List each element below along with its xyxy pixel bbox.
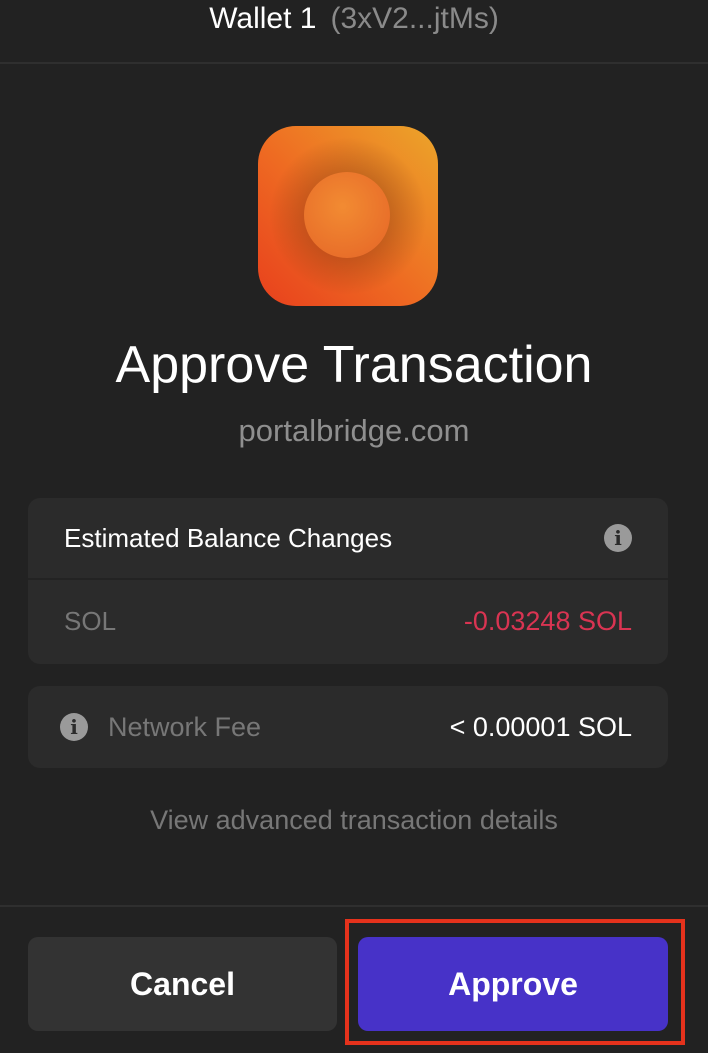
wallet-address: (3xV2...jtMs) [330, 2, 499, 35]
balance-changes-header: Estimated Balance Changes i [28, 498, 668, 580]
network-fee-label: Network Fee [108, 711, 262, 742]
balance-changes-label: Estimated Balance Changes [64, 522, 393, 553]
balance-token: SOL [64, 605, 117, 636]
page-title: Approve Transaction [115, 336, 593, 394]
dapp-orange-icon [258, 126, 438, 306]
network-fee-card: i Network Fee < 0.00001 SOL [28, 686, 668, 768]
approve-button[interactable]: Approve [358, 937, 668, 1031]
info-icon[interactable]: i [604, 524, 632, 552]
cancel-button[interactable]: Cancel [28, 937, 337, 1031]
wallet-name: Wallet 1 [209, 2, 317, 35]
balance-change-row: SOL -0.03248 SOL [28, 580, 668, 662]
approve-transaction-screen: Wallet 1 (3xV2...jtMs) Approve Transacti… [0, 0, 708, 1053]
dapp-icon-dot [304, 172, 390, 258]
network-fee-left: i Network Fee [60, 712, 261, 743]
info-icon[interactable]: i [60, 713, 88, 741]
balance-change-amount: -0.03248 SOL [463, 605, 632, 636]
network-fee-value: < 0.00001 SOL [449, 711, 632, 742]
action-footer: Cancel Approve [0, 905, 708, 1053]
dapp-origin: portalbridge.com [238, 413, 470, 448]
balance-changes-card: Estimated Balance Changes i SOL -0.03248… [28, 498, 668, 664]
wallet-header[interactable]: Wallet 1 (3xV2...jtMs) [0, 0, 708, 64]
advanced-details-link[interactable]: View advanced transaction details [0, 802, 708, 838]
